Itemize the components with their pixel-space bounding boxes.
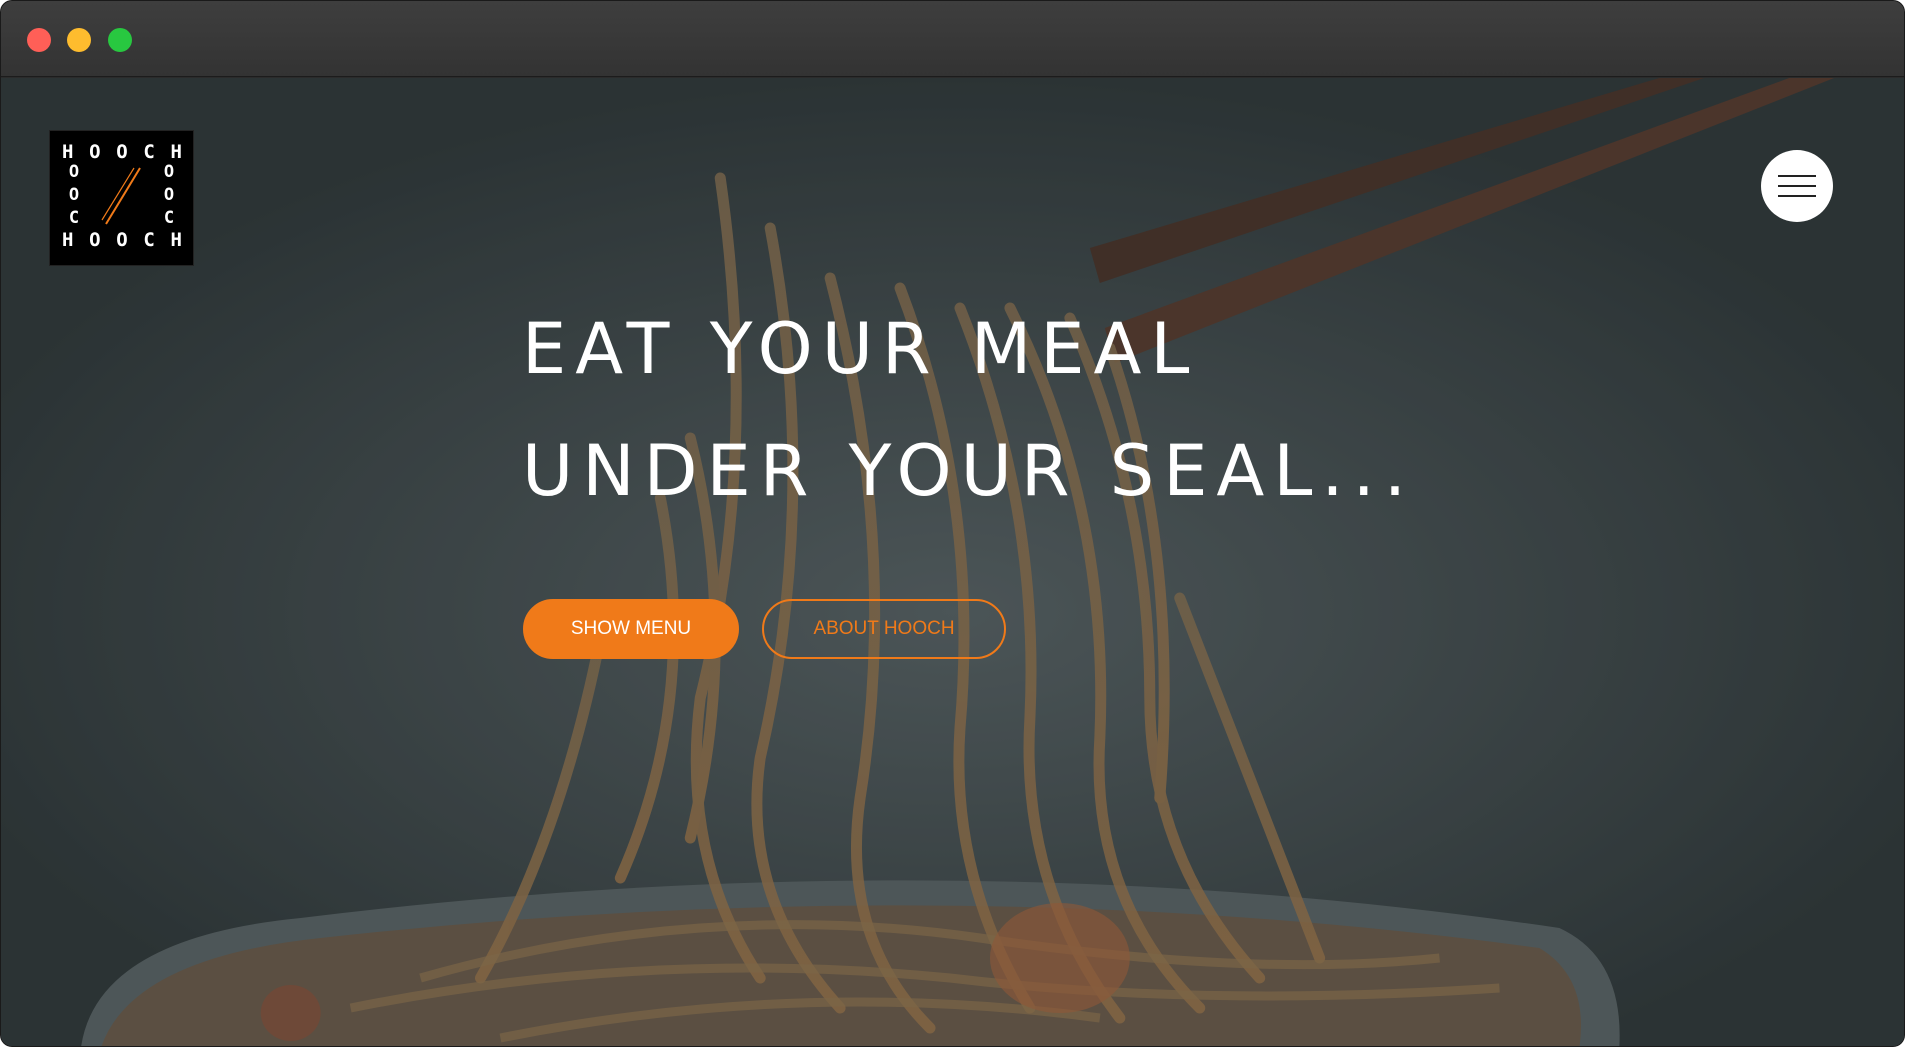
page-viewport: H O O C H O O C O O C H O O C H EAT YOUR… [1,78,1904,1046]
logo-letter: O [68,185,80,205]
logo-letter: O [89,229,102,251]
hero-dark-overlay [1,78,1904,1046]
close-window-button[interactable] [27,28,51,52]
chopsticks-icon [101,167,141,225]
title-bar [1,1,1904,77]
logo-letter: O [163,185,175,205]
hamburger-icon [1778,175,1816,197]
logo-left-column: O O C [64,161,84,230]
logo-letter: H [170,229,183,251]
logo-top-row: H O O C H [62,142,183,162]
logo-letter: C [143,141,156,163]
logo-letter: C [68,208,80,228]
browser-window: H O O C H O O C O O C H O O C H EAT YOUR… [0,0,1905,1047]
logo-letter: H [62,141,75,163]
menu-toggle-button[interactable] [1761,150,1833,222]
hooch-logo[interactable]: H O O C H O O C O O C H O O C H [49,130,194,266]
hero-headline-line-1: EAT YOUR MEAL [522,308,1199,390]
logo-letter: O [68,162,80,182]
zoom-window-button[interactable] [108,28,132,52]
logo-letter: H [62,229,75,251]
show-menu-button[interactable]: SHOW MENU [523,599,739,659]
logo-letter: H [170,141,183,163]
logo-right-column: O O C [159,161,179,230]
about-hooch-button[interactable]: ABOUT HOOCH [762,599,1006,659]
logo-letter: O [116,141,129,163]
logo-bottom-row: H O O C H [62,230,183,250]
hero-headline-line-2: UNDER YOUR SEAL... [522,430,1416,512]
logo-letter: C [163,208,175,228]
logo-letter: C [143,229,156,251]
logo-letter: O [116,229,129,251]
logo-letter: O [89,141,102,163]
logo-letter: O [163,162,175,182]
hero-headline: EAT YOUR MEAL UNDER YOUR SEAL... [522,288,1415,532]
minimize-window-button[interactable] [67,28,91,52]
